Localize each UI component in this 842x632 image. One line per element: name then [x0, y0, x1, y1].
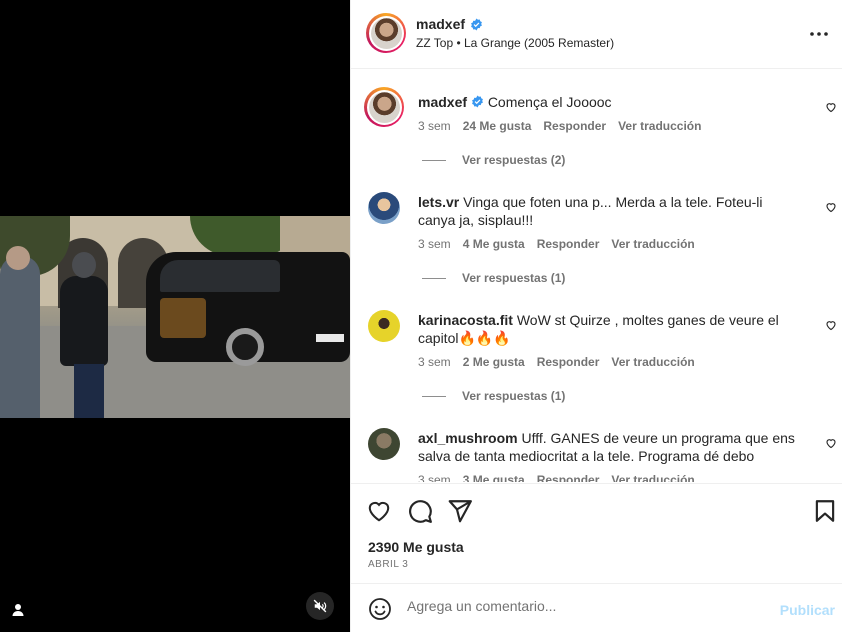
comment-likes[interactable]: 24 Me gusta — [463, 119, 532, 133]
comment-time: 3 sem — [418, 355, 451, 369]
verified-badge-icon — [472, 95, 483, 108]
comment-avatar[interactable] — [368, 310, 400, 342]
post-date: ABRIL 3 — [368, 559, 409, 570]
avatar[interactable] — [366, 13, 406, 53]
comment-text: Vinga que foten una p... Merda a la tele… — [418, 194, 763, 228]
comment-likes[interactable]: 2 Me gusta — [463, 355, 525, 369]
publish-button[interactable]: Publicar — [780, 602, 835, 618]
comment-likes[interactable]: 4 Me gusta — [463, 237, 525, 251]
send-icon[interactable] — [447, 498, 473, 524]
comment-text: Comença el Jooooc — [487, 94, 612, 110]
replies-divider — [422, 395, 446, 397]
reply-button[interactable]: Responder — [537, 355, 600, 369]
heart-icon[interactable] — [825, 437, 837, 449]
verified-badge-icon — [471, 18, 482, 30]
heart-icon[interactable] — [825, 319, 837, 331]
view-replies-label[interactable]: Ver respuestas (1) — [462, 271, 565, 285]
comment-time: 3 sem — [418, 473, 451, 482]
post-actions: 2390 Me gusta ABRIL 3 — [351, 483, 842, 583]
muted-speaker-icon — [313, 599, 327, 613]
video-frame[interactable] — [0, 216, 350, 418]
reply-button[interactable]: Responder — [537, 473, 600, 482]
replies-divider — [422, 159, 446, 161]
replies-divider — [422, 277, 446, 279]
comment-username[interactable]: lets.vr — [418, 194, 459, 210]
view-replies-button[interactable]: Ver respuestas (2) — [422, 153, 565, 167]
more-horizontal-icon — [810, 32, 828, 36]
view-replies-button[interactable]: Ver respuestas (1) — [422, 271, 565, 285]
heart-icon[interactable] — [825, 201, 837, 213]
translate-button[interactable]: Ver traducción — [611, 473, 694, 482]
comment-avatar[interactable] — [368, 428, 400, 460]
view-replies-label[interactable]: Ver respuestas (1) — [462, 389, 565, 403]
bookmark-icon[interactable] — [812, 498, 838, 524]
comment-icon[interactable] — [407, 498, 433, 524]
heart-icon[interactable] — [366, 498, 392, 524]
mute-button[interactable] — [306, 592, 334, 620]
reply-button[interactable]: Responder — [543, 119, 606, 133]
audio-track[interactable]: ZZ Top • La Grange (2005 Remaster) — [416, 36, 614, 50]
comment-avatar[interactable] — [364, 87, 404, 127]
view-replies-button[interactable]: Ver respuestas (1) — [422, 389, 565, 403]
post-header: madxef ZZ Top • La Grange (2005 Remaster… — [351, 0, 842, 69]
emoji-icon[interactable] — [368, 597, 392, 621]
post-media[interactable] — [0, 0, 350, 632]
more-options-button[interactable] — [807, 22, 831, 46]
comment-username[interactable]: madxef — [418, 94, 467, 110]
heart-icon[interactable] — [825, 101, 837, 113]
comment-time: 3 sem — [418, 237, 451, 251]
comment-username[interactable]: karinacosta.fit — [418, 312, 513, 328]
comment-input[interactable] — [407, 598, 767, 614]
translate-button[interactable]: Ver traducción — [618, 119, 701, 133]
person-icon[interactable] — [10, 602, 26, 618]
post-username[interactable]: madxef — [416, 16, 465, 32]
likes-count[interactable]: 2390 Me gusta — [368, 539, 464, 555]
comment-username[interactable]: axl_mushroom — [418, 430, 518, 446]
comment-composer: Publicar — [351, 583, 842, 632]
comments-list[interactable]: madxef Comença el Jooooc 3 sem 24 Me gus… — [351, 70, 842, 482]
comment-time: 3 sem — [418, 119, 451, 133]
post-panel: madxef ZZ Top • La Grange (2005 Remaster… — [350, 0, 842, 632]
reply-button[interactable]: Responder — [537, 237, 600, 251]
comment-likes[interactable]: 3 Me gusta — [463, 473, 525, 482]
translate-button[interactable]: Ver traducción — [611, 237, 694, 251]
view-replies-label[interactable]: Ver respuestas (2) — [462, 153, 565, 167]
translate-button[interactable]: Ver traducción — [611, 355, 694, 369]
comment-avatar[interactable] — [368, 192, 400, 224]
